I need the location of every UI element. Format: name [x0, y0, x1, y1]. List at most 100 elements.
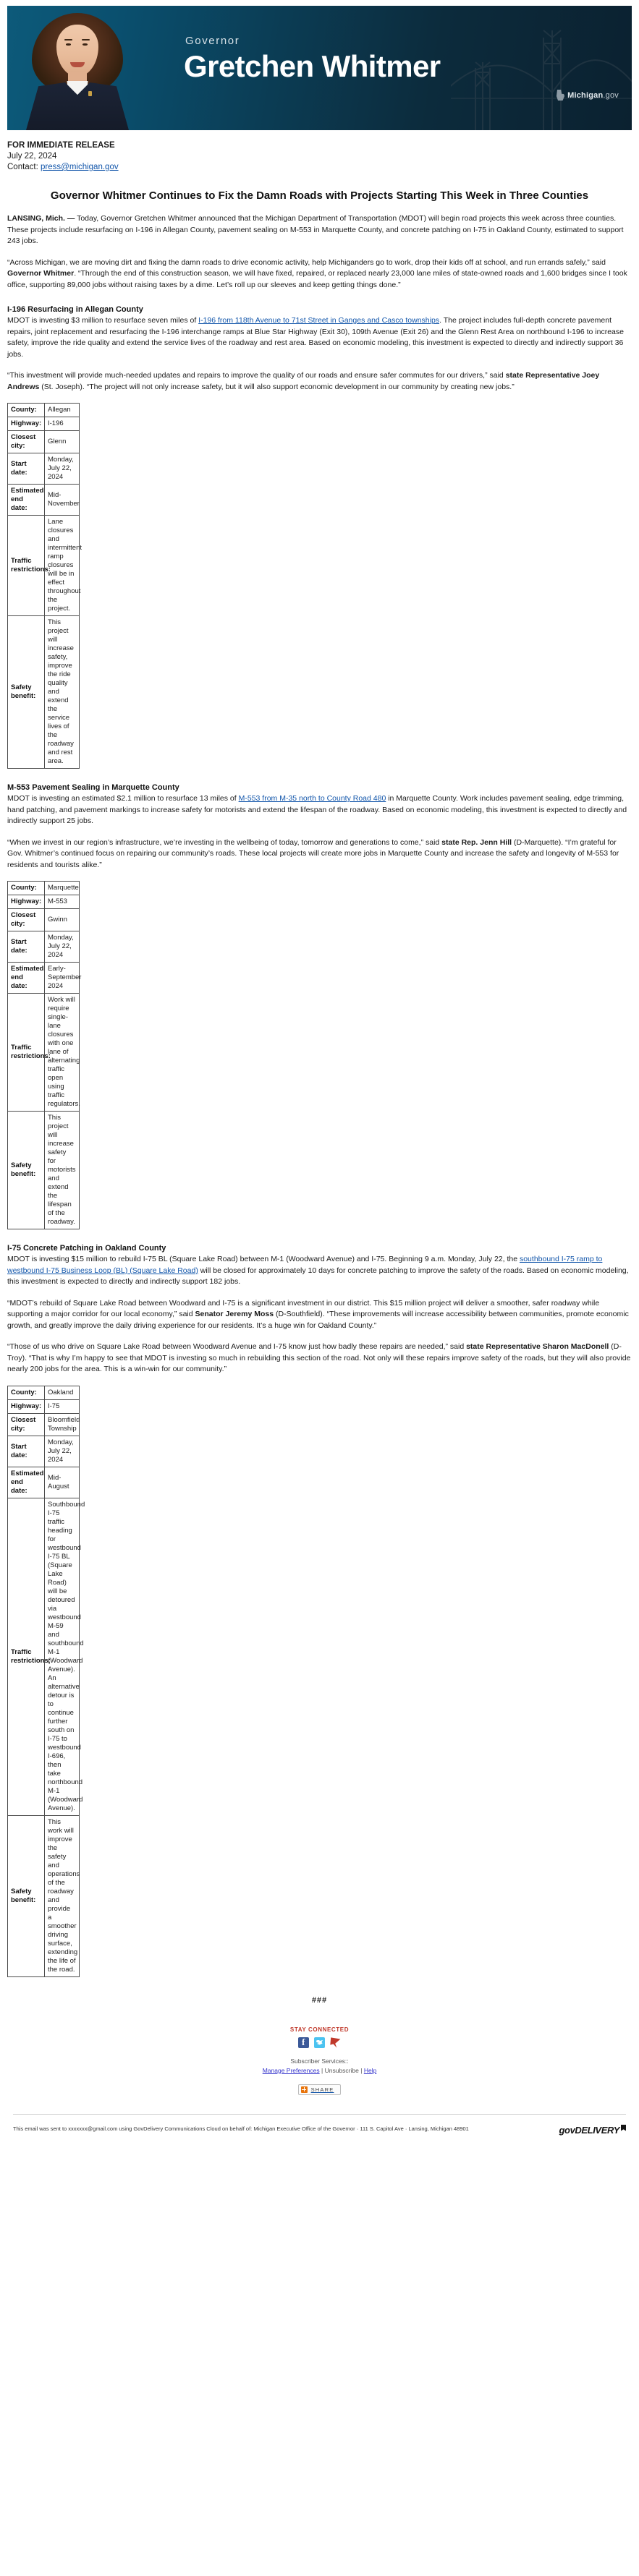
row-key: Highway: — [7, 895, 45, 909]
section-paragraph-i196: MDOT is investing $3 million to resurfac… — [7, 315, 632, 360]
table-row: Closest city: Glenn — [7, 430, 80, 453]
email-page: Governor Gretchen Whitmer Michigan.gov F… — [0, 6, 639, 2138]
govdelivery-flag-icon — [621, 2124, 626, 2131]
table-row: Start date: Monday, July 22, 2024 — [7, 1435, 80, 1467]
row-key: Start date: — [7, 931, 45, 963]
row-value: Monday, July 22, 2024 — [44, 931, 80, 963]
hero-kicker: Governor — [185, 35, 240, 47]
row-key: Closest city: — [7, 908, 45, 931]
row-value: Work will require single-lane closures w… — [44, 993, 80, 1112]
section-quote-i196: “This investment will provide much-neede… — [7, 370, 632, 393]
row-key: Start date: — [7, 1435, 45, 1467]
row-key: Safety benefit: — [7, 1111, 45, 1229]
table-row: Estimated end date: Mid-August — [7, 1466, 80, 1498]
mackinac-bridge-illustration — [451, 30, 632, 130]
help-link[interactable]: Help — [364, 2067, 376, 2074]
i75-para-pre: MDOT is investing $15 million to rebuild… — [7, 1255, 520, 1263]
row-value: Mid-August — [44, 1466, 80, 1498]
twitter-icon[interactable] — [314, 2037, 325, 2048]
row-value: Early-September 2024 — [44, 962, 81, 994]
row-value: Monday, July 22, 2024 — [44, 453, 80, 485]
governor-portrait — [25, 6, 130, 130]
table-body-i75: County: Oakland Highway: I-75 Closest city… — [7, 1385, 85, 1977]
legal-row: This email was sent to xxxxxxx@gmail.com… — [7, 2115, 632, 2136]
unsubscribe-link[interactable]: Unsubscribe — [325, 2067, 359, 2074]
content-area: FOR IMMEDIATE RELEASE July 22, 2024 Cont… — [0, 140, 639, 2138]
row-key: County: — [7, 881, 45, 895]
subscriber-services: Subscriber Services:: Manage Preferences… — [7, 2057, 632, 2076]
row-key: Traffic restrictions: — [7, 515, 51, 616]
row-value: Allegan — [44, 403, 80, 417]
i75-quote-speaker: Senator Jeremy Moss — [195, 1310, 274, 1318]
table-row: Closest city: Gwinn — [7, 908, 80, 931]
table-row: Safety benefit: This work will improve th… — [7, 1814, 80, 1977]
i196-quote-post: (St. Joseph). “The project will not only… — [39, 382, 515, 391]
social-links — [7, 2037, 632, 2048]
i196-quote-pre: “This investment will provide much-neede… — [7, 371, 506, 380]
table-row: Highway: M-553 — [7, 895, 80, 909]
subscriber-links: Manage Preferences | Unsubscribe | Help — [7, 2066, 632, 2076]
section-quote-i75-macdonell: “Those of us who drive on Square Lake Ro… — [7, 1342, 632, 1376]
i196-project-link[interactable]: I-196 from 118th Avenue to 71st Street i… — [198, 316, 439, 325]
link-separator-2: | — [360, 2066, 363, 2074]
hero-banner: Governor Gretchen Whitmer Michigan.gov — [7, 6, 632, 130]
email-footer: STAY CONNECTED Subscriber Services:: Man… — [7, 2026, 632, 2138]
add-this-plus-icon — [300, 2086, 308, 2093]
gov-quote-part2: . “Through the end of this construction … — [7, 269, 627, 289]
i196-para-pre: MDOT is investing $3 million to resurfac… — [7, 316, 199, 325]
share-button[interactable]: SHARE — [297, 2084, 342, 2095]
row-key: Traffic restrictions: — [7, 1497, 51, 1816]
row-value: This work will improve the safety and op… — [44, 1814, 80, 1977]
row-value: I-75 — [44, 1399, 80, 1414]
row-key: County: — [7, 403, 45, 417]
m553-para-pre: MDOT is investing an estimated $2.1 mill… — [7, 794, 239, 803]
share-button-label: SHARE — [310, 2086, 334, 2093]
table-row: County: Oakland — [7, 1385, 80, 1400]
row-key: County: — [7, 1385, 45, 1400]
row-key: Estimated end date: — [7, 962, 45, 994]
section-paragraph-i75: MDOT is investing $15 million to rebuild… — [7, 1254, 632, 1288]
row-key: Closest city: — [7, 430, 45, 453]
row-value: This project will increase safety for mo… — [44, 1111, 80, 1229]
section-quote-i75-moss: “MDOT’s rebuild of Square Lake Road betw… — [7, 1298, 632, 1332]
table-row: Estimated end date: Early-September 2024 — [7, 962, 81, 994]
m553-quote-speaker: state Rep. Jenn Hill — [441, 837, 512, 847]
michigan-gov-logo[interactable]: Michigan.gov — [555, 90, 619, 101]
dateline: LANSING, Mich. — — [7, 214, 75, 223]
project-table-m553: County: Marquette Highway: M-553 Closest c… — [7, 881, 81, 1229]
link-separator-1: | — [321, 2066, 323, 2074]
section-heading-i75: I-75 Concrete Patching in Oakland County — [7, 1244, 166, 1253]
row-key: Closest city: — [7, 1412, 45, 1436]
blog-icon[interactable] — [330, 2037, 341, 2048]
row-key: Safety benefit: — [7, 1814, 45, 1977]
table-row: Highway: I-75 — [7, 1399, 80, 1414]
lede-text: Today, Governor Gretchen Whitmer announc… — [7, 214, 624, 245]
manage-preferences-link[interactable]: Manage Preferences — [263, 2067, 320, 2074]
release-date: July 22, 2024 — [7, 152, 57, 161]
section-heading-m553: M-553 Pavement Sealing in Marquette Coun… — [7, 783, 179, 792]
table-row: Start date: Monday, July 22, 2024 — [7, 453, 80, 485]
contact-email-link[interactable]: press@michigan.gov — [41, 163, 119, 171]
stay-connected-label: STAY CONNECTED — [289, 2026, 350, 2033]
contact-label: Contact: — [7, 163, 38, 171]
project-table-i75: County: Oakland Highway: I-75 Closest city… — [7, 1385, 85, 1977]
legal-text: This email was sent to xxxxxxx@gmail.com… — [13, 2125, 469, 2132]
m553-project-link[interactable]: M-553 from M-35 north to County Road 480 — [239, 794, 386, 803]
row-value: Marquette — [44, 881, 80, 895]
row-value: Lane closures and intermittent ramp clos… — [44, 515, 82, 616]
table-row: Traffic restrictions: Southbound I-75 tra… — [7, 1497, 85, 1816]
row-value: Gwinn — [44, 908, 80, 931]
michigan-mitten-icon — [556, 90, 565, 101]
row-key: Start date: — [7, 453, 45, 485]
section-paragraph-m553: MDOT is investing an estimated $2.1 mill… — [7, 793, 632, 827]
row-key: Safety benefit: — [7, 615, 45, 769]
table-row: Safety benefit: This project will increas… — [7, 1111, 80, 1229]
facebook-icon[interactable] — [298, 2037, 309, 2048]
row-value: Mid-November — [44, 484, 80, 516]
release-info: FOR IMMEDIATE RELEASE July 22, 2024 Cont… — [7, 140, 632, 173]
section-heading-i196: I-196 Resurfacing in Allegan County — [7, 305, 143, 314]
row-value: M-553 — [44, 895, 80, 909]
row-value: Monday, July 22, 2024 — [44, 1435, 80, 1467]
table-row: Highway: I-196 — [7, 417, 80, 431]
page-title: Governor Whitmer Continues to Fix the Da… — [50, 189, 589, 202]
